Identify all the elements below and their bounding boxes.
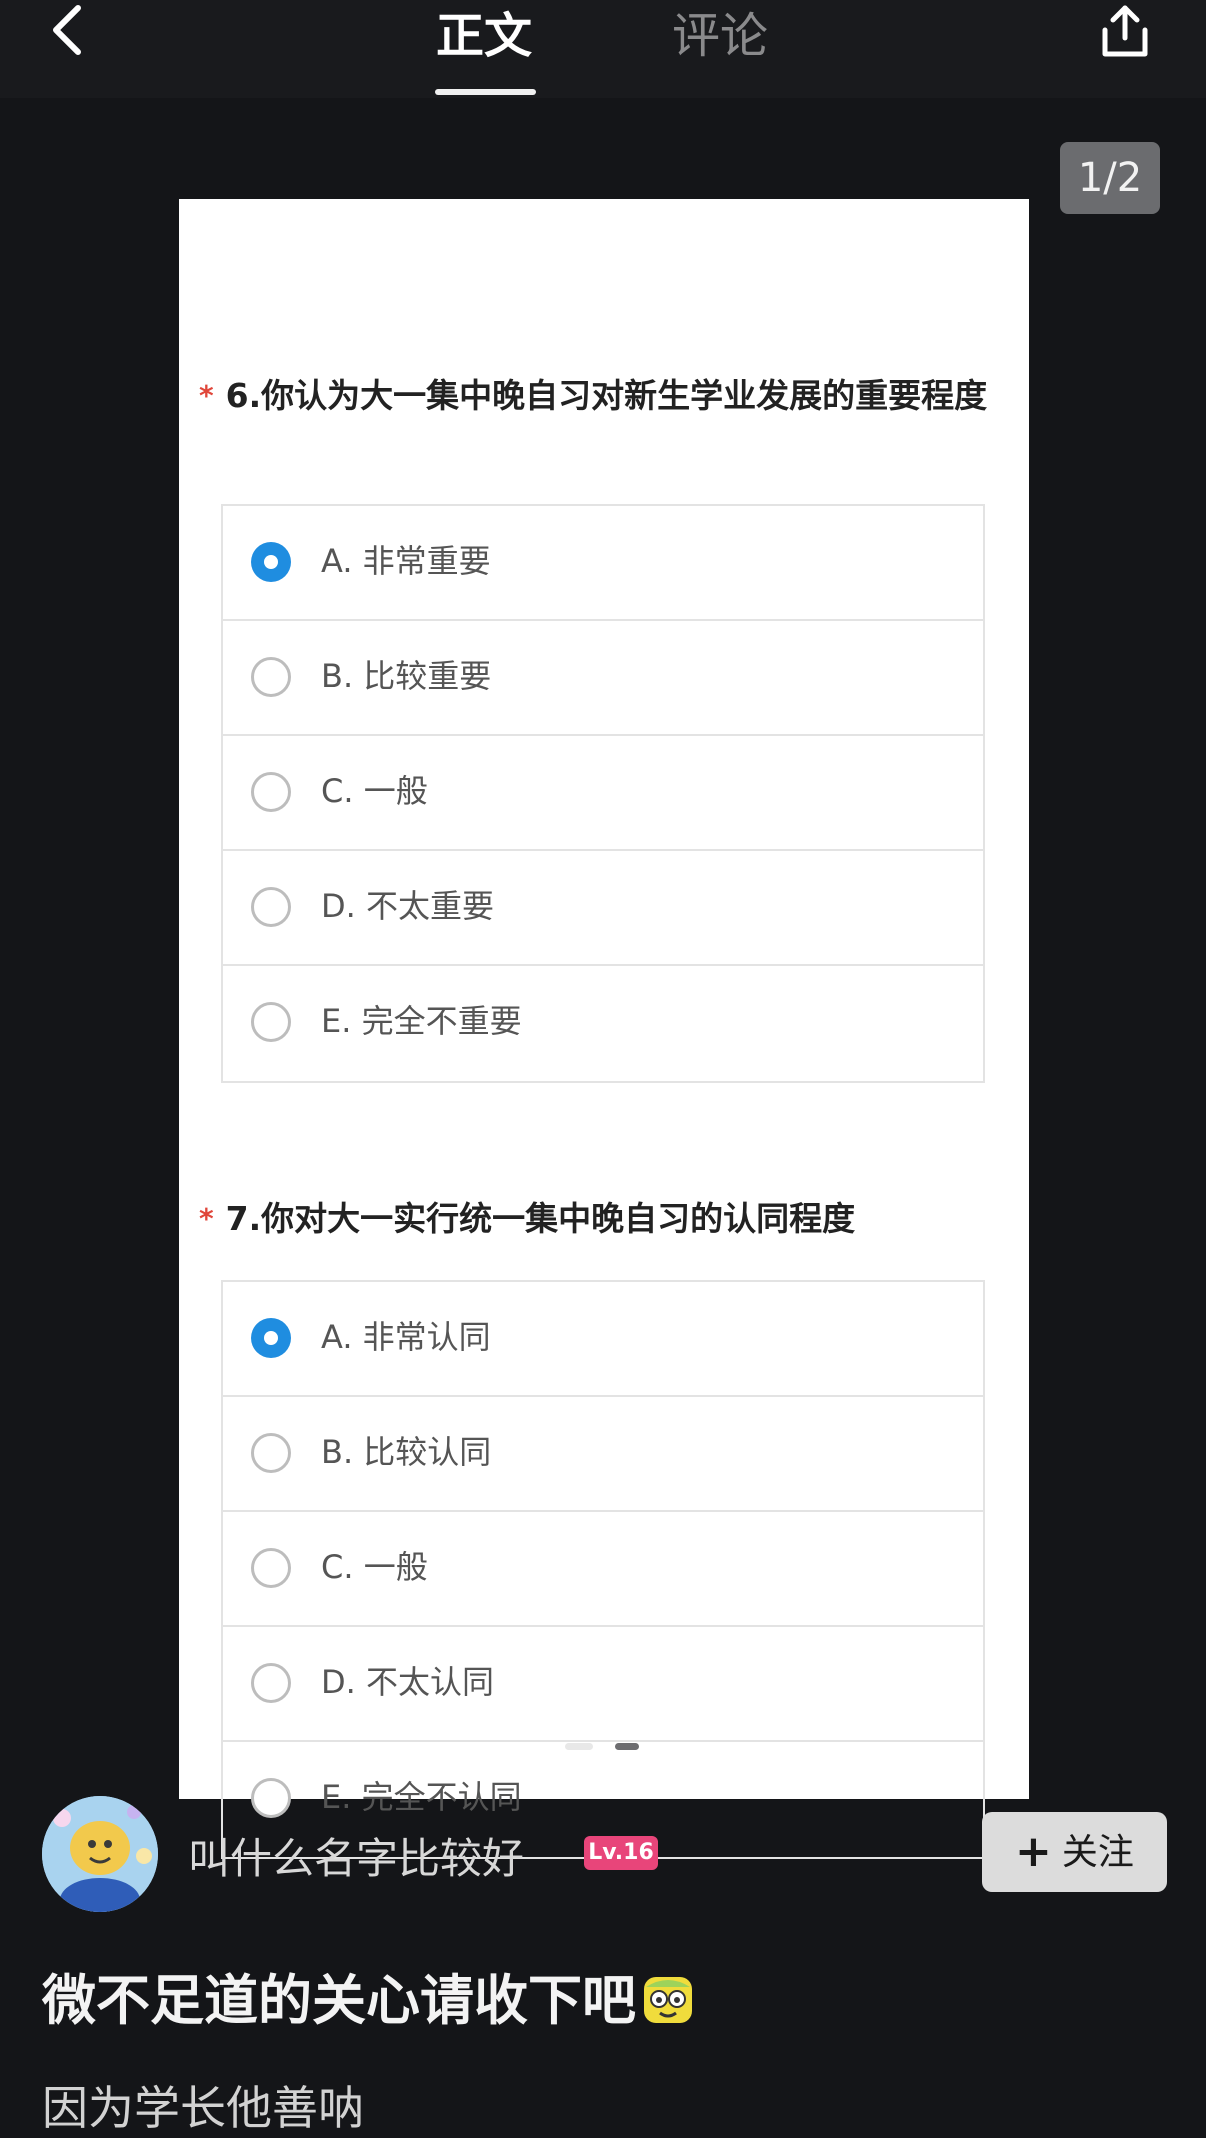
top-bar: 正文 评论 bbox=[0, 0, 1206, 98]
post-body: 因为学长他善呐 bbox=[42, 2081, 364, 2135]
option-c[interactable]: C. 一般 bbox=[223, 1512, 983, 1627]
share-icon[interactable] bbox=[1095, 0, 1155, 60]
option-b[interactable]: B. 比较重要 bbox=[223, 621, 983, 736]
option-label: C. 一般 bbox=[321, 772, 428, 810]
required-star: * bbox=[199, 379, 214, 412]
required-star: * bbox=[199, 1202, 214, 1235]
radio-icon[interactable] bbox=[251, 1548, 291, 1588]
option-label: B. 比较认同 bbox=[321, 1433, 492, 1471]
avatar[interactable] bbox=[42, 1796, 158, 1912]
option-label: A. 非常重要 bbox=[321, 542, 491, 580]
option-a[interactable]: A. 非常重要 bbox=[223, 506, 983, 621]
radio-icon[interactable] bbox=[251, 1778, 291, 1818]
radio-icon[interactable] bbox=[251, 657, 291, 697]
option-b[interactable]: B. 比较认同 bbox=[223, 1397, 983, 1512]
option-label: D. 不太重要 bbox=[321, 887, 494, 925]
option-d[interactable]: D. 不太认同 bbox=[223, 1627, 983, 1742]
option-a[interactable]: A. 非常认同 bbox=[223, 1282, 983, 1397]
options-list: A. 非常认同 B. 比较认同 C. 一般 D. 不太认同 E. 完全不认同 bbox=[221, 1280, 985, 1859]
option-d[interactable]: D. 不太重要 bbox=[223, 851, 983, 966]
options-list: A. 非常重要 B. 比较重要 C. 一般 D. 不太重要 E. 完全不重要 bbox=[221, 504, 985, 1083]
radio-checked-icon[interactable] bbox=[251, 542, 291, 582]
option-label: C. 一般 bbox=[321, 1548, 428, 1586]
option-label: E. 完全不重要 bbox=[321, 1002, 522, 1040]
radio-icon[interactable] bbox=[251, 887, 291, 927]
question-text: 6.你认为大一集中晚自习对新生学业发展的重要程度 bbox=[225, 376, 988, 415]
option-label: D. 不太认同 bbox=[321, 1663, 494, 1701]
author-name[interactable]: 叫什么名字比较好 bbox=[188, 1825, 524, 1886]
smiling-face-emoji-icon bbox=[640, 1971, 696, 2027]
option-label: A. 非常认同 bbox=[321, 1318, 491, 1356]
option-label: E. 完全不认同 bbox=[321, 1778, 522, 1816]
image-viewer[interactable]: * 6.你认为大一集中晚自习对新生学业发展的重要程度 A. 非常重要 B. 比较重… bbox=[0, 98, 1206, 1859]
radio-icon[interactable] bbox=[251, 772, 291, 812]
question-text: 7.你对大一实行统一集中晚自习的认同程度 bbox=[225, 1199, 856, 1238]
post-title: 微不足道的关心请收下吧 bbox=[42, 1956, 696, 2035]
active-tab-indicator bbox=[435, 89, 536, 95]
radio-checked-icon[interactable] bbox=[251, 1318, 291, 1358]
survey-screenshot: * 6.你认为大一集中晚自习对新生学业发展的重要程度 A. 非常重要 B. 比较重… bbox=[179, 199, 1029, 1859]
post-title-text: 微不足道的关心请收下吧 bbox=[42, 1969, 636, 2032]
level-badge: Lv.16 bbox=[584, 1836, 658, 1870]
carousel-dot-active bbox=[565, 1743, 593, 1750]
chevron-left-icon[interactable] bbox=[44, 2, 94, 58]
option-c[interactable]: C. 一般 bbox=[223, 736, 983, 851]
tab-comments[interactable]: 评论 bbox=[672, 0, 768, 66]
follow-button[interactable]: + 关注 bbox=[982, 1812, 1167, 1892]
radio-icon[interactable] bbox=[251, 1433, 291, 1473]
question-7: * 7.你对大一实行统一集中晚自习的认同程度 bbox=[199, 1194, 999, 1244]
option-e[interactable]: E. 完全不重要 bbox=[223, 966, 983, 1081]
tab-main-text[interactable]: 正文 bbox=[436, 0, 532, 66]
radio-icon[interactable] bbox=[251, 1663, 291, 1703]
carousel-dot bbox=[615, 1743, 639, 1750]
radio-icon[interactable] bbox=[251, 1002, 291, 1042]
page-counter: 1/2 bbox=[1060, 142, 1160, 214]
option-label: B. 比较重要 bbox=[321, 657, 492, 695]
follow-label: 关注 bbox=[1061, 1832, 1134, 1873]
plus-icon: + bbox=[1015, 1826, 1052, 1877]
question-6: * 6.你认为大一集中晚自习对新生学业发展的重要程度 bbox=[199, 371, 999, 421]
